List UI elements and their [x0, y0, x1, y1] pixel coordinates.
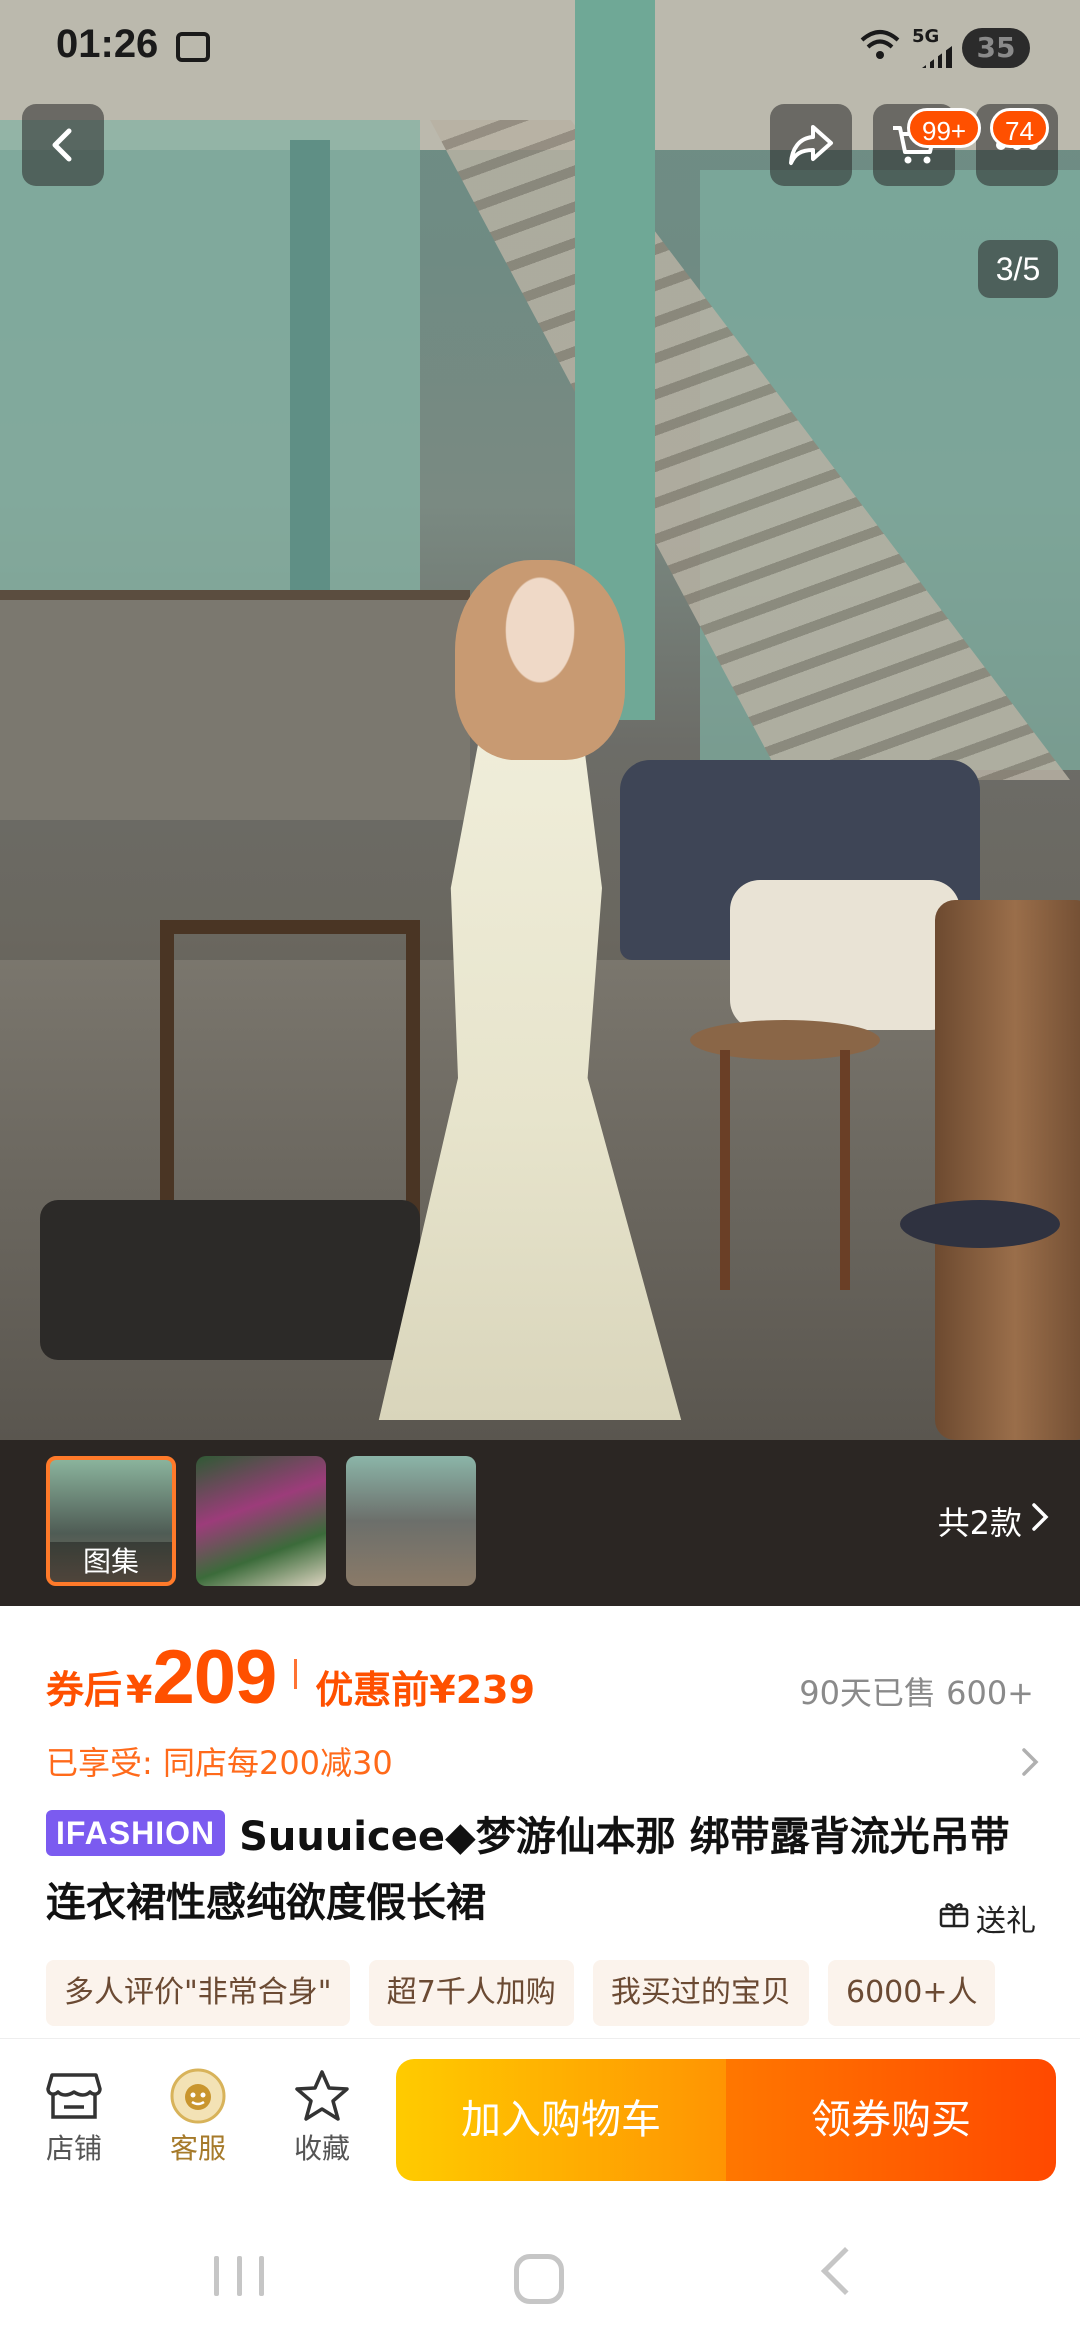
- back-icon: [43, 125, 83, 165]
- product-main-image[interactable]: [0, 0, 1080, 1440]
- tag-chip[interactable]: 我买过的宝贝: [592, 1960, 809, 2026]
- add-to-cart-button[interactable]: 加入购物车: [396, 2059, 726, 2181]
- photo-chair: [160, 920, 420, 1240]
- gift-icon: [938, 1899, 970, 1937]
- brand-tag: IFASHION: [46, 1810, 226, 1856]
- thumbnail-label: 图集: [50, 1542, 172, 1582]
- bottom-action-bar: 店铺 客服 收藏 加入购物车 领券购买: [0, 2038, 1080, 2188]
- tag-chip[interactable]: 6000+人: [827, 1960, 996, 2026]
- product-title: IFASHION Suuuicee◆梦游仙本那 绑带露背流光吊带连衣裙性感纯欲度…: [46, 1804, 1036, 1936]
- price-before-coupon: 优惠前¥239: [315, 1668, 536, 1712]
- photo-model-head: [455, 560, 625, 760]
- status-bar: 01:26 5G 35: [0, 0, 1080, 100]
- chevron-right-icon[interactable]: [1020, 1746, 1040, 1786]
- buy-with-coupon-button[interactable]: 领券购买: [726, 2059, 1056, 2181]
- share-button[interactable]: [770, 104, 852, 186]
- chevron-right-icon: [1030, 1502, 1050, 1540]
- photo-wall-left: [0, 120, 420, 640]
- battery-indicator: 35: [962, 28, 1030, 68]
- signal-icon: [922, 46, 952, 68]
- variants-label: 共2款: [937, 1504, 1022, 1542]
- favorite-button[interactable]: 收藏: [272, 2065, 372, 2167]
- share-icon: [787, 123, 835, 167]
- sold-count: 90天已售 600+: [799, 1674, 1034, 1712]
- variants-link[interactable]: 共2款: [938, 1498, 1050, 1544]
- system-back-button[interactable]: [820, 2246, 870, 2296]
- system-navigation-bar: [0, 2188, 1080, 2340]
- favorite-label: 收藏: [293, 2132, 350, 2165]
- photo-stool-dark: [900, 1200, 1060, 1248]
- message-count-badge: 74: [990, 108, 1049, 148]
- wifi-icon: [860, 28, 900, 70]
- price-row: 券后 ¥ 209 优惠前¥239: [46, 1634, 536, 1720]
- thumbnail-variant-2[interactable]: [346, 1456, 476, 1586]
- price-value: 209: [152, 1635, 277, 1720]
- thumbnail-gallery[interactable]: 图集: [46, 1456, 176, 1586]
- cart-count-badge: 99+: [907, 108, 982, 148]
- photo-stool-legs: [720, 1050, 850, 1290]
- customer-service-button[interactable]: 客服: [148, 2065, 248, 2167]
- photo-barrel: [935, 900, 1080, 1440]
- photo-chair-seat: [40, 1200, 420, 1360]
- currency-symbol: ¥: [126, 1668, 153, 1712]
- service-icon: [148, 2065, 248, 2127]
- tag-row: 多人评价"非常合身" 超7千人加购 我买过的宝贝 6000+人: [46, 1960, 1080, 2030]
- shop-icon: [24, 2065, 124, 2127]
- gift-label: 送礼: [976, 1904, 1036, 1939]
- shop-label: 店铺: [45, 2132, 102, 2165]
- tag-chip[interactable]: 超7千人加购: [368, 1960, 574, 2026]
- status-time: 01:26: [56, 22, 159, 66]
- promo-text[interactable]: 已享受: 同店每200减30: [46, 1738, 393, 1784]
- price-divider: [294, 1659, 298, 1689]
- shop-button[interactable]: 店铺: [24, 2065, 124, 2167]
- star-icon: [272, 2065, 372, 2127]
- photo-sofa-cover: [730, 880, 960, 1030]
- thumbnail-strip: 图集 共2款: [0, 1440, 1080, 1606]
- recent-apps-button[interactable]: [214, 2256, 264, 2296]
- photo-pillar-left: [290, 140, 330, 620]
- back-button[interactable]: [22, 104, 104, 186]
- tag-chip[interactable]: 多人评价"非常合身": [46, 1960, 350, 2026]
- home-button[interactable]: [514, 2254, 564, 2304]
- screen-record-icon: [176, 32, 210, 62]
- image-page-indicator: 3/5: [978, 240, 1058, 298]
- network-type: 5G: [912, 26, 940, 47]
- gift-button[interactable]: 送礼: [938, 1896, 1036, 1940]
- photo-counter: [0, 600, 470, 820]
- after-coupon-label: 券后: [46, 1668, 123, 1712]
- thumbnail-variant-1[interactable]: [196, 1456, 326, 1586]
- product-info: 券后 ¥ 209 优惠前¥239 90天已售 600+ 已享受: 同店每200减…: [0, 1606, 1080, 2038]
- service-label: 客服: [169, 2132, 226, 2165]
